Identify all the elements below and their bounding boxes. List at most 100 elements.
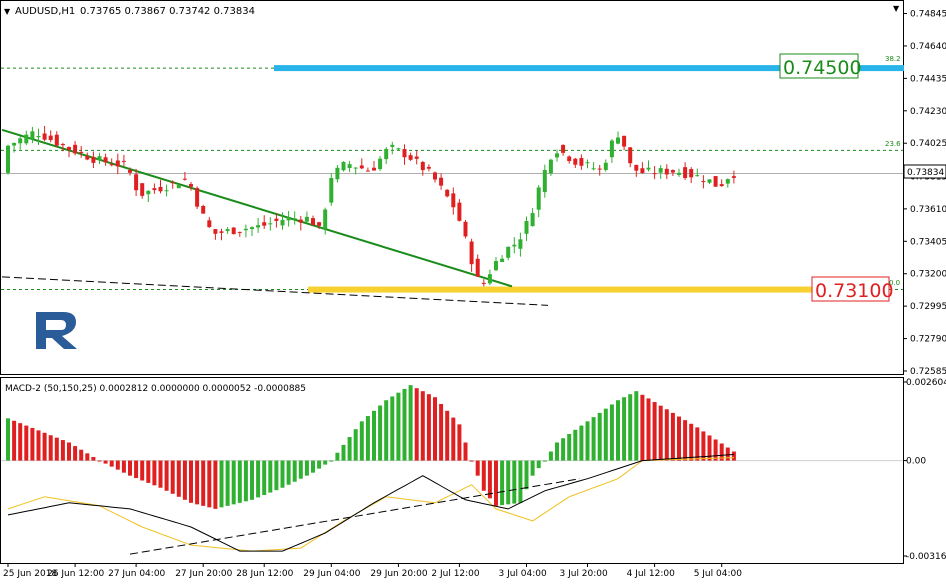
macd-tick-label: 0.00 — [906, 457, 926, 467]
price-tick-label: 0.73405 — [910, 237, 946, 247]
price-tick-label: 0.72995 — [910, 302, 946, 312]
candle-body — [420, 161, 425, 171]
macd-histogram-bar — [628, 394, 633, 461]
macd-histogram-bar — [689, 423, 694, 461]
macd-histogram-bar — [555, 442, 559, 461]
candle-body — [396, 148, 401, 150]
macd-histogram-bar — [731, 451, 736, 461]
macd-histogram-bar — [262, 460, 267, 495]
candle-body — [121, 160, 126, 162]
macd-histogram-bar — [457, 424, 462, 461]
candle-body — [664, 168, 669, 175]
price-tick-label: 0.72790 — [910, 335, 946, 345]
macd-histogram-bar — [518, 460, 523, 503]
candle-body — [353, 167, 358, 169]
time-tick-label: 28 Jun 12:00 — [236, 569, 293, 579]
support-label: 0.73100 — [811, 276, 894, 302]
candle-body — [219, 231, 224, 233]
resistance-label-text: 0.74500 — [783, 57, 862, 79]
candle-body — [48, 135, 53, 141]
macd-histogram-bar — [677, 416, 681, 461]
macd-histogram-bar — [67, 442, 71, 461]
macd-histogram-bar — [609, 404, 614, 461]
macd-histogram-bar — [542, 460, 547, 462]
macd-histogram-bar — [115, 460, 120, 470]
candle-body — [128, 170, 132, 173]
macd-histogram-bar — [250, 460, 254, 500]
candle-body — [494, 261, 498, 271]
candle-body — [256, 225, 261, 228]
candle-body — [335, 167, 340, 180]
macd-histogram-bar — [329, 460, 334, 462]
candle-body — [506, 246, 511, 258]
candle-body — [365, 170, 370, 172]
support-label-text: 0.73100 — [815, 280, 894, 302]
candle-body — [603, 162, 608, 170]
time-tick-label: 3 Jul 04:00 — [499, 569, 548, 579]
macd-histogram-bar — [500, 460, 505, 506]
candle-body — [231, 227, 236, 235]
macd-histogram-bar — [396, 392, 401, 461]
candle-body — [487, 274, 492, 284]
macd-histogram-bar — [268, 460, 273, 493]
candle-body — [634, 164, 639, 171]
candle-body — [646, 167, 651, 170]
candle-body — [158, 186, 163, 192]
candle-body — [439, 177, 444, 186]
candle-body — [707, 179, 712, 183]
candle-body — [542, 170, 547, 193]
price-chart[interactable]: ▼ AUDUSD,H1 0.73765 0.73867 0.73742 0.73… — [0, 0, 946, 583]
candle-body — [408, 155, 413, 160]
fib-23-label: 23.6 — [885, 140, 901, 148]
candle-body — [433, 172, 437, 180]
price-tick-label: 0.73610 — [910, 205, 946, 215]
macd-histogram-bar — [6, 418, 10, 461]
candle-body — [677, 172, 681, 175]
candle — [713, 175, 718, 187]
candle — [6, 144, 10, 175]
macd-header-label: MACD-2 (50,150,25) 0.0002812 0.0000000 0… — [5, 384, 306, 394]
candle-body — [445, 189, 450, 197]
macd-histogram-bar — [658, 405, 663, 461]
candle-body — [689, 169, 694, 178]
macd-histogram-bar — [506, 460, 511, 505]
candle-body — [170, 182, 175, 184]
time-tick-label: 29 Jun 04:00 — [303, 569, 360, 579]
macd-histogram-bar — [670, 412, 675, 461]
macd-histogram-bar — [707, 435, 712, 461]
macd-histogram-bar — [341, 444, 346, 461]
candle-body — [24, 134, 29, 144]
candle-body — [402, 149, 407, 158]
current-price-text: 0.73834 — [907, 168, 944, 178]
macd-histogram-bar — [603, 408, 608, 461]
candle-body — [225, 229, 230, 232]
macd-histogram-bar — [109, 460, 114, 467]
current-price-tag: 0.73834 — [903, 164, 946, 179]
symbol-dropdown-icon[interactable]: ▼ — [4, 7, 11, 16]
candle-body — [323, 209, 328, 229]
candle-body — [695, 175, 700, 177]
macd-tick-label: -0.003162 — [906, 552, 946, 562]
candle-body — [725, 179, 730, 184]
candle-body — [518, 239, 523, 249]
macd-histogram-bar — [573, 429, 578, 461]
macd-histogram-bar — [36, 430, 41, 461]
macd-histogram-bar — [189, 460, 193, 503]
macd-histogram-bar — [530, 460, 535, 476]
macd-histogram-bar — [298, 460, 303, 479]
candle-body — [585, 162, 590, 164]
macd-histogram-bar — [353, 429, 358, 461]
macd-histogram-bar — [152, 460, 157, 486]
candle — [463, 219, 468, 239]
candle-body — [237, 231, 242, 233]
macd-histogram-bar — [274, 460, 279, 491]
candle-body — [469, 241, 474, 265]
macd-histogram-bar — [256, 460, 261, 498]
macd-histogram-bar — [390, 396, 395, 461]
candle-body — [140, 183, 145, 196]
macd-histogram-bar — [591, 417, 596, 461]
macd-histogram-bar — [128, 460, 132, 476]
candle-body — [378, 158, 383, 170]
chart-shift-icon[interactable]: ▼ — [893, 4, 900, 13]
macd-histogram-bar — [48, 435, 53, 461]
